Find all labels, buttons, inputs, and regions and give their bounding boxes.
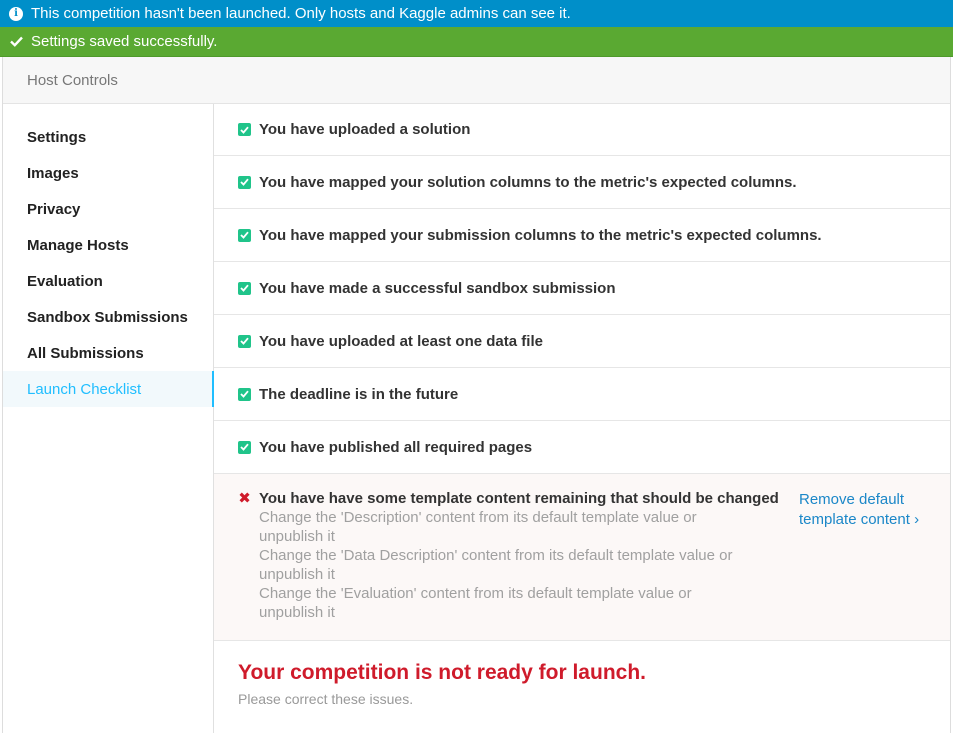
checklist-item-passed: You have made a successful sandbox submi… [214,262,950,315]
failed-item-details: Change the 'Description' content from it… [238,508,758,622]
launch-checklist: You have uploaded a solution You have map… [214,104,950,733]
checklist-item-passed: You have published all required pages [214,421,950,474]
checkbox-checked-icon [238,228,251,242]
checklist-item-label: The deadline is in the future [259,385,459,403]
success-banner: Settings saved successfully. [0,27,953,57]
sidebar: Settings Images Privacy Manage Hosts Eva… [3,104,214,733]
checkbox-checked-icon [238,175,251,189]
failed-item-title: You have have some template content rema… [259,490,779,507]
checklist-item-label: You have uploaded a solution [259,121,471,138]
checkbox-checked-icon [238,440,251,454]
checkbox-checked-icon [238,123,251,136]
checklist-item-label: You have mapped your submission columns … [259,226,822,244]
sidebar-item-all-submissions[interactable]: All Submissions [3,335,213,371]
checklist-item-failed: ✖ You have have some template content re… [214,474,950,641]
sidebar-item-images[interactable]: Images [3,155,213,191]
info-banner-text: This competition hasn't been launched. O… [31,5,571,22]
failed-detail-line: Change the 'Data Description' content fr… [259,547,733,583]
checkbox-checked-icon [238,334,251,348]
remove-default-template-link[interactable]: Remove default template content › [799,490,929,530]
success-banner-text: Settings saved successfully. [31,33,218,50]
sidebar-item-settings[interactable]: Settings [3,119,213,155]
sidebar-item-sandbox-submissions[interactable]: Sandbox Submissions [3,299,213,335]
sidebar-item-manage-hosts[interactable]: Manage Hosts [3,227,213,263]
sidebar-item-privacy[interactable]: Privacy [3,191,213,227]
checklist-item-passed: You have uploaded a solution [214,104,950,156]
checklist-item-passed: You have mapped your submission columns … [214,209,950,262]
checklist-item-passed: You have mapped your solution columns to… [214,156,950,209]
host-controls-header: Host Controls [3,57,950,104]
sidebar-item-launch-checklist[interactable]: Launch Checklist [3,371,214,407]
checklist-item-label: You have made a successful sandbox submi… [259,279,616,297]
checkmark-icon [9,35,23,49]
info-banner: i This competition hasn't been launched.… [0,0,953,27]
checklist-item-passed: You have uploaded at least one data file [214,315,950,368]
page-title: Host Controls [27,71,118,89]
launch-status-title: Your competition is not ready for launch… [238,661,646,684]
launch-status-subtitle: Please correct these issues. [238,691,414,707]
info-circle-icon: i [9,6,23,21]
checkbox-checked-icon [238,281,251,295]
checklist-item-label: You have published all required pages [259,438,533,456]
x-icon: ✖ [238,490,251,507]
host-controls-panel: Host Controls Settings Images Privacy Ma… [2,57,951,733]
launch-status: Your competition is not ready for launch… [214,641,950,727]
checklist-item-passed: The deadline is in the future [214,368,950,421]
checkbox-checked-icon [238,387,251,401]
sidebar-item-evaluation[interactable]: Evaluation [3,263,213,299]
failed-detail-line: Change the 'Evaluation' content from its… [259,585,692,621]
checklist-item-label: You have uploaded at least one data file [259,332,543,350]
failed-detail-line: Change the 'Description' content from it… [259,509,697,545]
checklist-item-label: You have mapped your solution columns to… [259,173,797,191]
passed-checklist: You have uploaded a solution You have map… [214,104,950,474]
